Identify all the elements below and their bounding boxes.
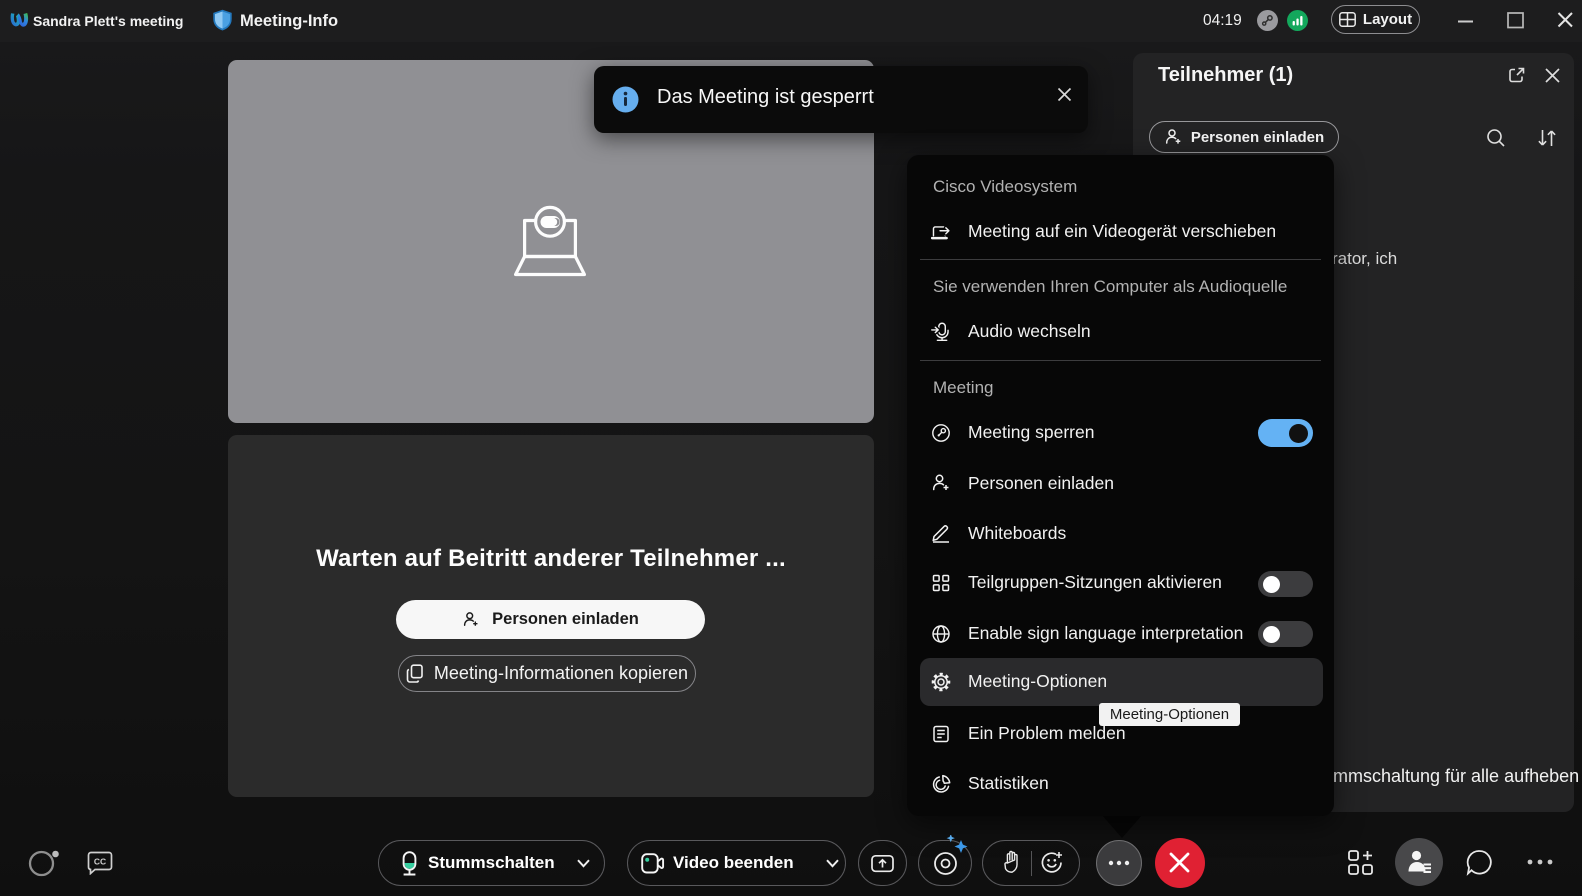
- svg-text:CC: CC: [94, 857, 106, 867]
